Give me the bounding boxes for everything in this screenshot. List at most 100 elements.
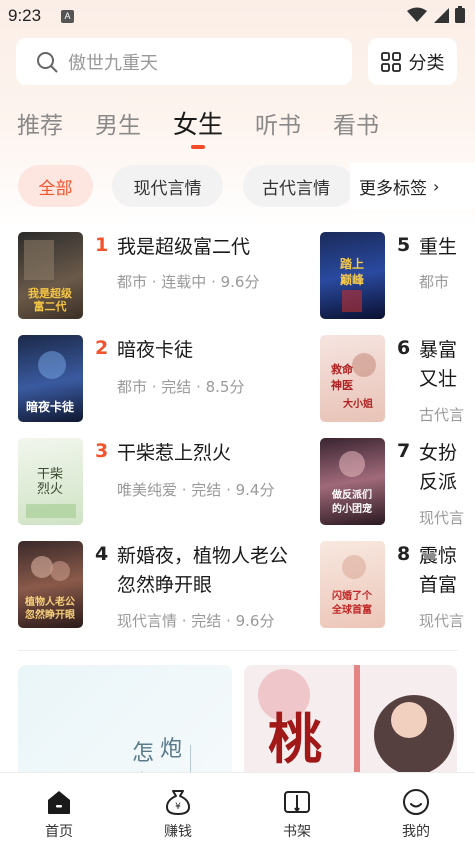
book-cover: 植物人老公 忽然睁开眼 bbox=[18, 541, 83, 628]
tab-female[interactable]: 女生 bbox=[173, 105, 223, 141]
banner-text-1: 怎 bbox=[132, 741, 155, 766]
category-label: 分类 bbox=[408, 52, 445, 74]
nav-label: 书架 bbox=[283, 824, 311, 840]
book-title-line-1: 震惊 bbox=[419, 545, 458, 567]
search-input[interactable]: 傲世九重天 bbox=[16, 38, 352, 85]
nav-label: 我的 bbox=[402, 824, 430, 840]
book-title: 我是超级富二代 bbox=[117, 236, 251, 258]
rank-number: 3 bbox=[95, 440, 109, 462]
battery-icon bbox=[455, 6, 465, 23]
rank-item-8[interactable]: 闪婚了个 全球首富 8 震惊 首富 现代言 bbox=[320, 541, 475, 631]
book-title-line-2: 忽然睁开眼 bbox=[117, 574, 213, 596]
rank-item-5[interactable]: 踏上 巅峰 5 重生 都市 bbox=[320, 232, 475, 322]
svg-text:踏上: 踏上 bbox=[340, 256, 364, 271]
nav-profile[interactable]: 我的 bbox=[357, 773, 475, 844]
promo-banner-right[interactable]: 桃 bbox=[244, 665, 457, 785]
book-cover: 暗夜卡徒 bbox=[18, 335, 83, 422]
svg-text:巅峰: 巅峰 bbox=[340, 272, 365, 287]
status-time: 9:23 bbox=[8, 6, 42, 25]
svg-text:暗夜卡徒: 暗夜卡徒 bbox=[26, 399, 75, 414]
rank-item-4[interactable]: 植物人老公 忽然睁开眼 4 新婚夜，植物人老公 忽然睁开眼 现代言情 · 完结 … bbox=[18, 541, 318, 631]
svg-text:大小姐: 大小姐 bbox=[343, 397, 373, 410]
book-title-line-1: 新婚夜，植物人老公 bbox=[117, 545, 289, 567]
chip-modern-romance[interactable]: 现代言情 bbox=[112, 165, 223, 207]
book-meta: 唯美纯爱 · 完结 · 9.4分 bbox=[117, 481, 275, 499]
rank-number: 2 bbox=[95, 337, 109, 359]
tab-male[interactable]: 男生 bbox=[95, 106, 141, 140]
chevron-right-icon: › bbox=[433, 176, 440, 196]
book-cover: 救命 神医 大小姐 bbox=[320, 335, 385, 422]
svg-text:¥: ¥ bbox=[175, 802, 181, 812]
book-meta: 现代言 bbox=[419, 509, 465, 527]
book-meta: 古代言 bbox=[419, 406, 465, 424]
svg-text:富二代: 富二代 bbox=[34, 299, 67, 313]
rank-number: 8 bbox=[397, 543, 411, 565]
svg-text:救命: 救命 bbox=[331, 362, 354, 376]
svg-text:烈火: 烈火 bbox=[37, 482, 63, 497]
svg-text:干柴: 干柴 bbox=[37, 467, 63, 482]
book-cover: 闪婚了个 全球首富 bbox=[320, 541, 385, 628]
book-title: 暗夜卡徒 bbox=[117, 339, 194, 361]
book-title: 干柴惹上烈火 bbox=[117, 442, 232, 464]
nav-bookshelf[interactable]: 书架 bbox=[238, 773, 356, 844]
chip-all[interactable]: 全部 bbox=[18, 165, 93, 207]
rank-item-3[interactable]: 干柴 烈火 3 干柴惹上烈火 唯美纯爱 · 完结 · 9.4分 bbox=[18, 438, 318, 528]
book-meta: 现代言情 · 完结 · 9.6分 bbox=[117, 612, 275, 630]
tab-reading[interactable]: 看书 bbox=[333, 106, 379, 140]
book-meta: 都市 · 连载中 · 9.6分 bbox=[117, 273, 260, 291]
status-bar: 9:23 A bbox=[0, 0, 475, 32]
channel-tabs: 推荐 男生 女生 听书 看书 bbox=[0, 106, 475, 156]
cover-title: 我是超级 bbox=[28, 286, 73, 300]
tab-indicator bbox=[191, 145, 205, 149]
rank-number: 7 bbox=[397, 440, 411, 462]
banner-text-2: 炮 bbox=[160, 737, 183, 762]
rank-item-2[interactable]: 暗夜卡徒 2 暗夜卡徒 都市 · 完结 · 8.5分 bbox=[18, 335, 318, 425]
svg-text:做反派们: 做反派们 bbox=[331, 488, 372, 501]
book-title-line-1: 暴富 bbox=[419, 339, 458, 361]
section-divider bbox=[18, 650, 458, 651]
tab-audiobook[interactable]: 听书 bbox=[255, 106, 301, 140]
rank-item-7[interactable]: 做反派们 的小团宠 7 女扮 反派 现代言 bbox=[320, 438, 475, 528]
book-meta: 都市 bbox=[419, 273, 450, 291]
tag-chips: 全部 现代言情 古代言情 更多标签 › bbox=[0, 163, 475, 209]
bookshelf-icon bbox=[284, 791, 310, 813]
svg-text:的小团宠: 的小团宠 bbox=[332, 502, 372, 515]
book-title: 重生 bbox=[419, 236, 458, 258]
grid-icon bbox=[380, 51, 401, 72]
profile-icon bbox=[403, 789, 429, 815]
book-title-line-2: 反派 bbox=[419, 471, 458, 493]
nav-earn[interactable]: ¥ 赚钱 bbox=[119, 773, 237, 844]
notification-icon: A bbox=[61, 10, 74, 23]
book-meta: 都市 · 完结 · 8.5分 bbox=[117, 378, 245, 396]
book-cover: 干柴 烈火 bbox=[18, 438, 83, 525]
more-tags-button[interactable]: 更多标签 › bbox=[350, 163, 475, 209]
book-cover: 做反派们 的小团宠 bbox=[320, 438, 385, 525]
book-meta: 现代言 bbox=[419, 612, 465, 630]
wifi-icon bbox=[407, 7, 427, 22]
search-placeholder: 傲世九重天 bbox=[68, 52, 158, 74]
book-cover: 踏上 巅峰 bbox=[320, 232, 385, 319]
category-button[interactable]: 分类 bbox=[368, 38, 457, 85]
book-title-line-2: 首富 bbox=[419, 574, 458, 596]
nav-label: 首页 bbox=[45, 824, 73, 840]
rank-item-1[interactable]: 我是超级 富二代 1 我是超级富二代 都市 · 连载中 · 9.6分 bbox=[18, 232, 318, 322]
signal-icon bbox=[434, 7, 449, 23]
book-cover: 我是超级 富二代 bbox=[18, 232, 83, 319]
rank-number: 6 bbox=[397, 337, 411, 359]
svg-text:全球首富: 全球首富 bbox=[331, 603, 372, 616]
bottom-nav: 首页 ¥ 赚钱 书架 我的 bbox=[0, 772, 475, 844]
banner-big-text: 桃 bbox=[268, 707, 322, 771]
nav-home[interactable]: 首页 bbox=[0, 773, 118, 844]
tab-recommend[interactable]: 推荐 bbox=[17, 106, 63, 140]
rank-number: 4 bbox=[95, 543, 109, 565]
rank-number: 1 bbox=[95, 234, 109, 256]
svg-text:植物人老公: 植物人老公 bbox=[24, 595, 75, 608]
nav-label: 赚钱 bbox=[164, 824, 192, 840]
rank-number: 5 bbox=[397, 234, 411, 256]
chip-ancient-romance[interactable]: 古代言情 bbox=[243, 165, 354, 207]
rank-item-6[interactable]: 救命 神医 大小姐 6 暴富 又壮 古代言 bbox=[320, 335, 475, 425]
svg-text:闪婚了个: 闪婚了个 bbox=[332, 589, 373, 602]
book-title-line-2: 又壮 bbox=[419, 368, 458, 390]
svg-text:神医: 神医 bbox=[331, 378, 353, 392]
promo-banner-left[interactable]: 怎 炮 么 bbox=[18, 665, 232, 785]
